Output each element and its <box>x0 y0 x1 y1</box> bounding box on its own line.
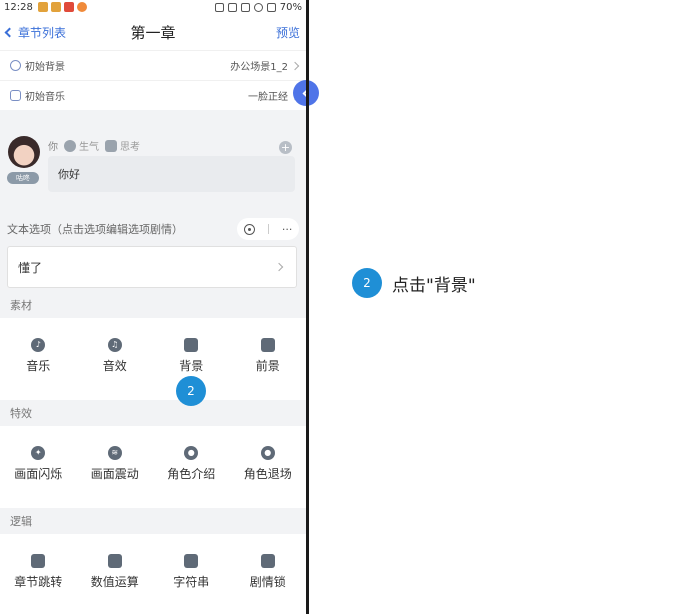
chevron-right-icon <box>290 61 300 70</box>
battery-level: 70% <box>279 1 302 13</box>
speaker-row: 你 生气 思考 <box>48 138 140 153</box>
notification-icons <box>37 2 87 12</box>
option-label: 懂了 <box>18 260 43 275</box>
tutorial-callout: 2 点击"背景" <box>352 268 476 298</box>
emote-label: 思考 <box>120 142 140 153</box>
tool-label: 数值运算 <box>90 575 139 589</box>
calculator-icon <box>107 554 122 568</box>
vibrate-icon: ≋ <box>107 446 122 460</box>
avatar[interactable] <box>8 136 40 168</box>
chat-bubble-icon <box>105 139 117 152</box>
person-icon: ● <box>184 446 199 460</box>
tool-foreground[interactable]: 前景 <box>230 318 307 400</box>
tool-label: 字符串 <box>173 575 210 589</box>
tool-label: 剧情锁 <box>249 575 286 589</box>
tool-screen-flash[interactable]: ✦ 画面闪烁 <box>0 426 77 508</box>
status-bar: 12:28 70% <box>0 0 306 14</box>
logic-grid: 章节跳转 数值运算 字符串 剧情锁 <box>0 534 306 614</box>
tool-label: 音效 <box>102 359 127 373</box>
initial-music-row[interactable]: 初始音乐 一脸正经 <box>0 80 306 110</box>
emote-label: 生气 <box>79 142 99 153</box>
tool-label: 前景 <box>255 359 280 373</box>
face-icon <box>64 139 76 152</box>
tool-music[interactable]: ♪ 音乐 <box>0 318 77 400</box>
wifi-icon <box>253 2 263 12</box>
add-icon[interactable]: + <box>279 141 292 154</box>
music-note-icon: ♪ <box>31 338 46 352</box>
dialogue-line[interactable]: 咕咚 你 生气 思考 + 你好 <box>0 126 306 202</box>
background-icon <box>10 60 21 71</box>
tool-label: 章节跳转 <box>14 575 63 589</box>
option-item[interactable]: 懂了 <box>7 246 297 288</box>
signal-icon <box>266 2 276 12</box>
initial-background-value: 办公场景1_2 <box>230 62 288 73</box>
section-label-logic: 逻辑 <box>10 515 32 528</box>
options-header: 文本选项（点击选项编辑选项剧情） ··· <box>0 216 306 242</box>
tool-chapter-jump[interactable]: 章节跳转 <box>0 534 77 614</box>
initial-background-row[interactable]: 初始背景 办公场景1_2 <box>0 50 306 80</box>
image-icon <box>184 338 199 352</box>
nfc-icon <box>214 2 224 12</box>
setting-value: 一脸正经 <box>248 88 300 103</box>
tool-value-calc[interactable]: 数值运算 <box>77 534 154 614</box>
options-title: 文本选项（点击选项编辑选项剧情） <box>7 223 183 236</box>
person-exit-icon: ● <box>260 446 275 460</box>
section-label-materials: 素材 <box>10 299 32 312</box>
preview-button[interactable]: 预览 <box>276 24 300 41</box>
tool-character-intro[interactable]: ● 角色介绍 <box>153 426 230 508</box>
chevron-right-icon <box>274 262 284 272</box>
avatar-tag: 咕咚 <box>7 172 39 184</box>
speaker-name: 你 <box>48 142 58 153</box>
app-notification-icon <box>50 2 61 12</box>
status-time: 12:28 <box>4 1 33 13</box>
phone-frame-edge <box>306 0 309 614</box>
chevron-left-icon <box>4 27 15 37</box>
nav-bar: 章节列表 第一章 预览 <box>0 14 306 50</box>
options-toolbar: ··· <box>237 218 299 240</box>
setting-label: 初始背景 <box>25 62 65 73</box>
tool-sound-effect[interactable]: ♫ 音效 <box>77 318 154 400</box>
effects-grid: ✦ 画面闪烁 ≋ 画面震动 ● 角色介绍 ● 角色退场 <box>0 426 306 508</box>
divider <box>267 224 269 234</box>
tool-label: 画面震动 <box>90 467 139 481</box>
headphones-icon <box>10 90 21 101</box>
emote-angry[interactable]: 生气 <box>64 138 99 153</box>
tool-screen-shake[interactable]: ≋ 画面震动 <box>77 426 154 508</box>
lock-icon <box>260 554 275 568</box>
tool-label: 角色介绍 <box>167 467 216 481</box>
app-notification-icon <box>76 2 87 12</box>
setting-label: 初始音乐 <box>25 92 65 103</box>
phone-screen: 12:28 70% 章节列表 第一章 预览 初始背景 办公场景1_2 初始音乐 … <box>0 0 306 614</box>
emote-think[interactable]: 思考 <box>105 138 140 153</box>
target-icon[interactable] <box>243 223 255 235</box>
step-marker: 2 <box>176 376 206 406</box>
app-notification-icon <box>37 2 48 12</box>
text-icon <box>184 554 199 568</box>
sim-icon <box>227 2 237 12</box>
step-badge: 2 <box>352 268 382 298</box>
back-label: 章节列表 <box>18 25 67 40</box>
setting-value: 办公场景1_2 <box>230 58 300 73</box>
tool-label: 角色退场 <box>243 467 292 481</box>
step-instruction: 点击"背景" <box>392 275 476 296</box>
sparkle-icon: ✦ <box>31 446 46 460</box>
layer-icon <box>260 338 275 352</box>
more-button[interactable]: ··· <box>282 223 293 236</box>
section-label-effects: 特效 <box>10 407 32 420</box>
tool-label: 音乐 <box>26 359 51 373</box>
dialogue-bubble[interactable]: 你好 <box>48 156 295 192</box>
mute-icon <box>240 2 250 12</box>
tool-label: 画面闪烁 <box>14 467 63 481</box>
system-icons: 70% <box>214 1 302 13</box>
app-notification-icon <box>63 2 74 12</box>
tool-character-exit[interactable]: ● 角色退场 <box>230 426 307 508</box>
tool-string[interactable]: 字符串 <box>153 534 230 614</box>
materials-grid: ♪ 音乐 ♫ 音效 背景 前景 <box>0 318 306 400</box>
tool-label: 背景 <box>179 359 204 373</box>
back-button[interactable]: 章节列表 <box>4 24 67 41</box>
sound-effect-icon: ♫ <box>107 338 122 352</box>
initial-music-value: 一脸正经 <box>248 92 288 103</box>
jump-icon <box>31 554 46 568</box>
tool-plot-lock[interactable]: 剧情锁 <box>230 534 307 614</box>
